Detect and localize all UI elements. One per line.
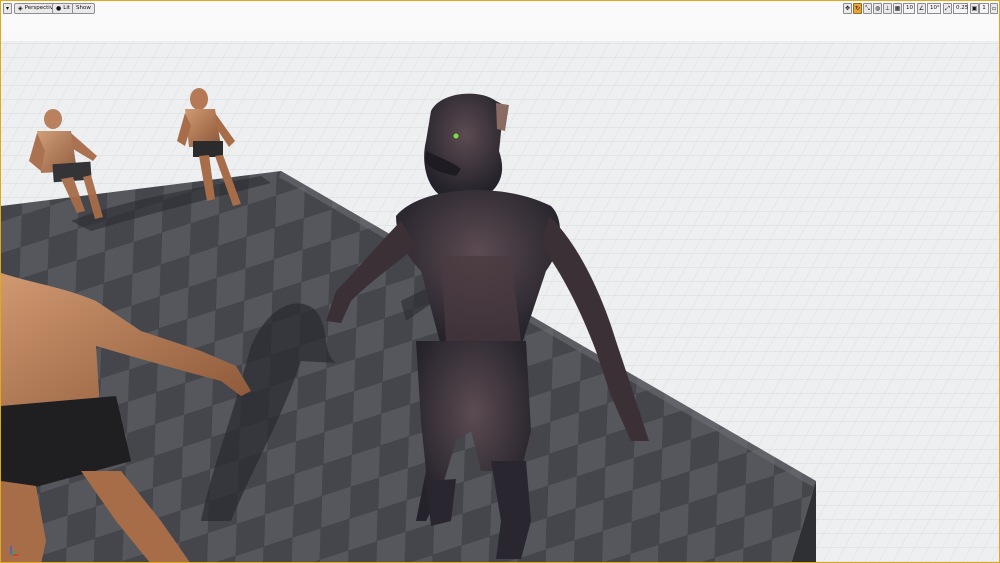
lit-button[interactable]: ● Lit bbox=[52, 3, 74, 14]
rotate-tool-icon[interactable]: ↻ bbox=[853, 3, 862, 14]
scene-render bbox=[1, 1, 999, 562]
camera-speed-value[interactable]: 1 bbox=[979, 3, 989, 14]
surface-snap-icon[interactable]: ⊥ bbox=[883, 3, 892, 14]
rotation-snap-icon[interactable]: ∠ bbox=[917, 3, 926, 14]
translate-tool-icon[interactable]: ✥ bbox=[843, 3, 852, 14]
lit-label: Lit bbox=[63, 5, 70, 11]
camera-speed-icon[interactable]: ▣ bbox=[970, 3, 979, 14]
viewport-options-icon[interactable]: ▾ bbox=[3, 3, 12, 14]
level-viewport[interactable]: ▾ ◈ Perspective ● Lit Show ✥ ↻ ⤡ ◍ ⊥ ▦ 1… bbox=[0, 0, 1000, 563]
maximize-viewport-icon[interactable]: ▫ bbox=[990, 3, 998, 14]
axis-indicator-icon bbox=[10, 546, 19, 556]
scale-snap-value[interactable]: 0.25 bbox=[953, 3, 968, 14]
rotation-snap-value[interactable]: 10° bbox=[927, 3, 941, 14]
show-button[interactable]: Show bbox=[72, 3, 95, 14]
perspective-icon: ◈ bbox=[18, 5, 23, 12]
scale-snap-icon[interactable]: ⤢ bbox=[943, 3, 952, 14]
grid-snap-value[interactable]: 10 bbox=[903, 3, 915, 14]
world-local-toggle-icon[interactable]: ◍ bbox=[873, 3, 882, 14]
show-label: Show bbox=[76, 5, 91, 11]
grid-snap-icon[interactable]: ▦ bbox=[893, 3, 902, 14]
lit-sphere-icon: ● bbox=[56, 5, 62, 12]
scale-tool-icon[interactable]: ⤡ bbox=[863, 3, 872, 14]
